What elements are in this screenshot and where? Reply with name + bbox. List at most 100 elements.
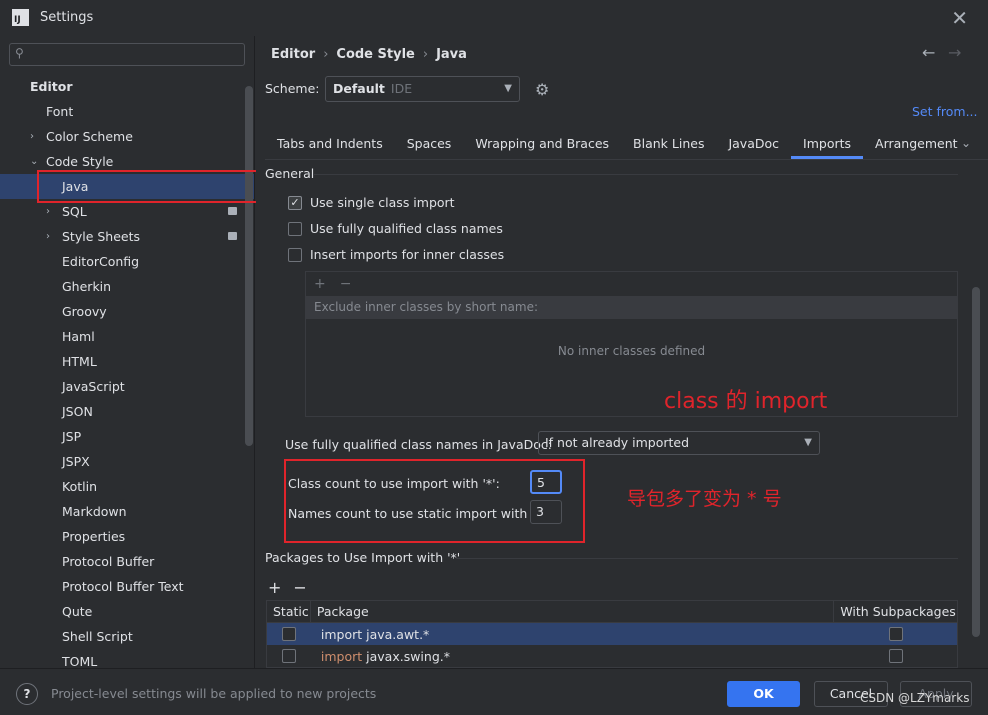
footer-note: Project-level settings will be applied t… — [51, 686, 377, 701]
general-section-title: General — [265, 166, 315, 181]
package-cell: import javax.swing.* — [311, 649, 834, 664]
sidebar-item-label: JSON — [62, 404, 93, 419]
sidebar-item-style-sheets[interactable]: › Style Sheets — [0, 224, 254, 249]
sidebar-item-shell-script[interactable]: Shell Script — [0, 624, 254, 649]
sidebar-item-html[interactable]: HTML — [0, 349, 254, 374]
chevron-right-icon[interactable]: › — [30, 124, 34, 149]
use-single-class-import-label: Use single class import — [310, 195, 455, 210]
use-single-class-import-row[interactable]: ✓ Use single class import — [288, 195, 455, 210]
tab-wrapping-and-braces[interactable]: Wrapping and Braces — [463, 130, 621, 159]
static-checkbox[interactable] — [281, 627, 296, 641]
sidebar-item-json[interactable]: JSON — [0, 399, 254, 424]
insert-inner-imports-label: Insert imports for inner classes — [310, 247, 505, 262]
settings-search-input[interactable]: ⚲ — [9, 43, 245, 66]
intellij-logo-icon: IJ — [12, 9, 29, 26]
watermark: CSDN @LZYmarks — [860, 691, 970, 705]
tab-blank-lines[interactable]: Blank Lines — [621, 130, 716, 159]
sidebar-item-qute[interactable]: Qute — [0, 599, 254, 624]
sidebar-item-editorconfig[interactable]: EditorConfig — [0, 249, 254, 274]
chevron-down-icon: ▼ — [504, 83, 512, 94]
sidebar-item-label: Color Scheme — [46, 129, 133, 144]
sidebar-item-label: Gherkin — [62, 279, 112, 294]
sidebar-item-protocol-buffer[interactable]: Protocol Buffer — [0, 549, 254, 574]
sidebar-item-properties[interactable]: Properties — [0, 524, 254, 549]
sidebar-item-label: Kotlin — [62, 479, 97, 494]
packages-section-title: Packages to Use Import with '*' — [265, 550, 461, 565]
chevron-right-icon[interactable]: › — [46, 224, 50, 249]
sidebar-item-editor[interactable]: Editor — [0, 74, 254, 99]
section-divider — [314, 174, 958, 175]
help-icon[interactable]: ? — [16, 683, 38, 705]
main-panel: Editor › Code Style › Java ← → Scheme: D… — [256, 36, 988, 668]
subpackages-checkbox[interactable] — [888, 627, 903, 641]
sidebar-item-label: Protocol Buffer Text — [62, 579, 184, 594]
sidebar-item-markdown[interactable]: Markdown — [0, 499, 254, 524]
close-icon[interactable]: ✕ — [951, 6, 968, 30]
add-icon[interactable]: + — [314, 276, 326, 292]
sidebar-item-haml[interactable]: Haml — [0, 324, 254, 349]
col-package[interactable]: Package — [311, 601, 835, 622]
breadcrumb-separator: › — [323, 47, 329, 62]
sidebar-scrollbar[interactable] — [245, 86, 253, 446]
checkbox-checked[interactable]: ✓ — [288, 195, 302, 210]
breadcrumb-code-style[interactable]: Code Style — [336, 47, 414, 62]
checkbox-unchecked[interactable] — [288, 221, 302, 236]
gear-icon[interactable]: ⚙ — [535, 80, 549, 99]
import-keyword: import — [320, 648, 363, 664]
sidebar-item-protocol-buffer-text[interactable]: Protocol Buffer Text — [0, 574, 254, 599]
scheme-sub: IDE — [390, 81, 413, 96]
col-static[interactable]: Static — [267, 601, 311, 622]
sidebar-item-font[interactable]: Font — [0, 99, 254, 124]
javadoc-select[interactable]: If not already imported ▼ — [538, 431, 820, 455]
table-row[interactable]: import java.awt.* — [267, 623, 957, 645]
javadoc-label: Use fully qualified class names in JavaD… — [285, 437, 552, 452]
breadcrumb-editor[interactable]: Editor — [271, 47, 315, 62]
settings-tree: Editor Font › Color Scheme ⌄ Code Style Java › S… — [0, 74, 254, 668]
static-checkbox[interactable] — [281, 649, 296, 663]
sidebar-item-kotlin[interactable]: Kotlin — [0, 474, 254, 499]
remove-icon[interactable]: − — [340, 276, 352, 292]
forward-arrow-icon[interactable]: → — [948, 43, 961, 62]
sidebar-item-label: Qute — [62, 604, 93, 619]
annotation-package-star: 导包多了变为 * 号 — [627, 488, 782, 510]
insert-inner-imports-row[interactable]: Insert imports for inner classes — [288, 247, 504, 262]
sidebar-item-label: JSPX — [62, 454, 90, 469]
sidebar-item-groovy[interactable]: Groovy — [0, 299, 254, 324]
java-highlight-box — [37, 170, 265, 203]
scheme-select[interactable]: Default IDE ▼ — [325, 76, 520, 102]
tab-arrangement[interactable]: Arrangement — [863, 130, 970, 159]
inner-toolbar: + − — [306, 272, 957, 296]
tab-spaces[interactable]: Spaces — [395, 130, 464, 159]
sidebar-item-label: Markdown — [62, 504, 127, 519]
sidebar-item-color-scheme[interactable]: › Color Scheme — [0, 124, 254, 149]
main-scrollbar[interactable] — [972, 287, 980, 637]
sidebar-item-gherkin[interactable]: Gherkin — [0, 274, 254, 299]
sidebar-item-jspx[interactable]: JSPX — [0, 449, 254, 474]
col-with-subpackages[interactable]: With Subpackages — [834, 601, 957, 622]
scheme-value: Default — [333, 81, 385, 96]
code-style-tabs: Tabs and Indents Spaces Wrapping and Brace… — [265, 130, 988, 160]
checkbox-unchecked[interactable] — [288, 247, 302, 262]
package-text: import java.awt.* — [320, 626, 430, 642]
table-row[interactable]: import javax.swing.* — [267, 645, 957, 667]
sidebar-item-label: HTML — [62, 354, 97, 369]
sidebar-item-javascript[interactable]: JavaScript — [0, 374, 254, 399]
chevron-down-icon[interactable]: ⌄ — [961, 136, 971, 150]
sidebar-item-toml[interactable]: TOML — [0, 649, 254, 668]
set-from-link[interactable]: Set from... — [912, 104, 978, 119]
back-arrow-icon[interactable]: ← — [922, 43, 935, 62]
ok-button[interactable]: OK — [727, 681, 800, 707]
remove-package-icon[interactable]: − — [293, 578, 306, 597]
sidebar-item-jsp[interactable]: JSP — [0, 424, 254, 449]
tab-javadoc[interactable]: JavaDoc — [716, 130, 791, 159]
exclude-inner-classes-panel: + − Exclude inner classes by short name:… — [305, 271, 958, 417]
use-fully-qualified-row[interactable]: Use fully qualified class names — [288, 221, 503, 236]
add-package-icon[interactable]: + — [268, 578, 281, 597]
tab-imports[interactable]: Imports — [791, 130, 864, 159]
tab-tabs-and-indents[interactable]: Tabs and Indents — [265, 130, 395, 159]
count-highlight-box — [284, 459, 585, 543]
annotation-class-import: class 的 import — [664, 389, 828, 414]
window-title: Settings — [40, 10, 94, 25]
subpackages-checkbox[interactable] — [888, 649, 903, 663]
breadcrumb-separator: › — [422, 47, 429, 62]
